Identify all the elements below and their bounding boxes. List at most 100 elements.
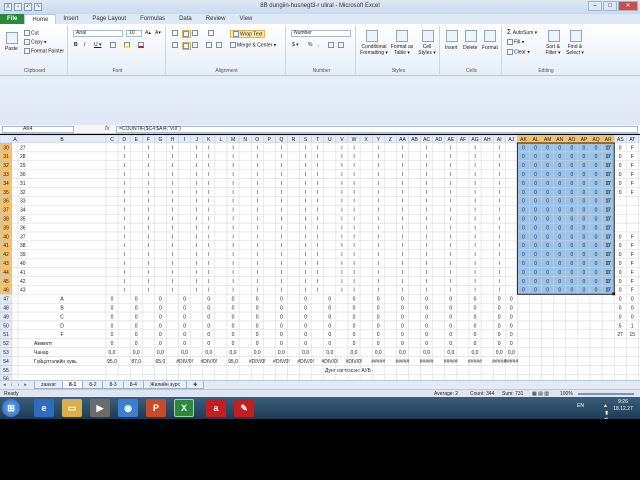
cell-D50[interactable] [117,320,131,331]
cell-E37[interactable] [129,205,143,215]
cell-I44[interactable] [178,267,191,277]
cell-X43[interactable] [359,258,373,268]
cell-AH51[interactable] [480,329,494,339]
folder-icon[interactable]: ▭ [62,399,82,417]
tab-review[interactable]: Review [199,14,233,24]
cell-Z39[interactable] [384,222,397,233]
cell-AM51[interactable] [541,329,554,339]
cell-P32[interactable] [263,160,276,170]
language-indicator[interactable]: EN [577,403,584,410]
cell-grid-svg[interactable]: A B C D E F G H I J K L M N O P Q R S T U V W X Y Z AA AB AC AD AE AF AG… [0,135,640,380]
cell-R41[interactable] [287,240,300,251]
formula-input[interactable]: =COUNTIF($C4:$AI4;"VIII") [116,126,638,133]
cell-AK50[interactable] [517,320,530,331]
cell-AJ34[interactable] [505,178,518,188]
excel-taskbar-icon[interactable]: X [174,399,194,417]
cell-N51[interactable] [238,329,252,339]
cell-AD41[interactable] [432,240,446,251]
cell-J52[interactable] [190,338,203,348]
cell-N35[interactable] [238,187,252,197]
cell-V50[interactable] [335,320,349,331]
cell-Z40[interactable] [384,231,397,242]
cell-E35[interactable] [129,187,143,197]
cell-I30[interactable] [178,142,191,153]
cell-AB48[interactable] [408,302,421,313]
cell-AD33[interactable] [432,169,446,179]
cell-U32[interactable] [323,160,337,170]
cell-AQ55[interactable] [589,365,603,375]
cell-G43[interactable] [154,258,167,268]
cell-AQ50[interactable] [589,320,603,331]
cell-AB30[interactable] [408,142,421,153]
cell-P52[interactable] [263,338,276,348]
cell-B33[interactable] [17,169,107,179]
cell-H50[interactable] [166,320,179,331]
cell-C38[interactable] [105,213,119,224]
cell-D49[interactable] [117,311,131,322]
cell-AM55[interactable] [541,365,554,375]
cell-P38[interactable] [263,213,276,224]
cell-AF31[interactable] [456,151,470,161]
cell-B52[interactable] [17,338,107,348]
cell-D53[interactable] [117,347,131,357]
cell-L33[interactable] [214,169,228,179]
cell-A51[interactable] [11,329,19,339]
cell-Z48[interactable] [384,302,397,313]
cell-AQ47[interactable] [589,294,603,304]
cell-C30[interactable] [105,142,119,153]
cell-AR48[interactable] [601,302,615,313]
cell-E41[interactable] [129,240,143,251]
cell-AF46[interactable] [456,285,470,295]
cell-D55[interactable] [117,365,131,375]
cell-U46[interactable] [323,285,337,295]
cell-AS37[interactable] [614,205,627,215]
cell-AH41[interactable] [480,240,494,251]
cell-I33[interactable] [178,169,191,179]
paste-icon[interactable] [6,32,18,44]
fill-color-button[interactable] [124,42,131,48]
cell-A37[interactable] [11,205,19,215]
cell-R33[interactable] [287,169,300,179]
cell-A33[interactable] [11,169,19,179]
insert-cells-button[interactable]: Insert [445,45,458,51]
increase-indent-button[interactable] [216,42,223,48]
cell-E30[interactable] [129,142,143,153]
cell-AD44[interactable] [432,267,446,277]
cell-AJ37[interactable] [505,205,518,215]
cell-AJ43[interactable] [505,258,518,268]
cell-Z52[interactable] [384,338,397,348]
cell-A40[interactable] [11,231,19,242]
font-name-select[interactable]: Arial [73,30,123,37]
cell-B36[interactable] [17,196,107,206]
cell-G32[interactable] [154,160,167,170]
cell-AD48[interactable] [432,302,446,313]
cell-AH31[interactable] [480,151,494,161]
cell-AD45[interactable] [432,276,446,286]
cell-Q55[interactable] [275,365,288,375]
cell-Z53[interactable] [384,347,397,357]
cell-AG55[interactable] [468,365,482,375]
cell-AF42[interactable] [456,249,470,259]
cell-P50[interactable] [263,320,276,331]
cell-AH44[interactable] [480,267,494,277]
cell-AH36[interactable] [480,196,494,206]
cell-N41[interactable] [238,240,252,251]
cell-P43[interactable] [263,258,276,268]
cell-X51[interactable] [359,329,373,339]
cell-AM49[interactable] [541,311,554,322]
cut-button[interactable]: Cut [24,30,39,36]
autosum-button[interactable]: Σ AutoSum ▾ [507,29,537,36]
name-box[interactable]: AK4 [2,126,74,133]
cell-AD46[interactable] [432,285,446,295]
cell-AB46[interactable] [408,285,421,295]
cell-AD39[interactable] [432,222,446,233]
cell-E40[interactable] [129,231,143,242]
cell-AH34[interactable] [480,178,494,188]
percent-button[interactable]: % [308,42,312,48]
cell-L51[interactable] [214,329,228,339]
maximize-button[interactable]: □ [603,1,617,11]
cell-V48[interactable] [335,302,349,313]
cell-P30[interactable] [263,142,276,153]
cell-AH40[interactable] [480,231,494,242]
cell-Z55[interactable] [384,365,397,375]
